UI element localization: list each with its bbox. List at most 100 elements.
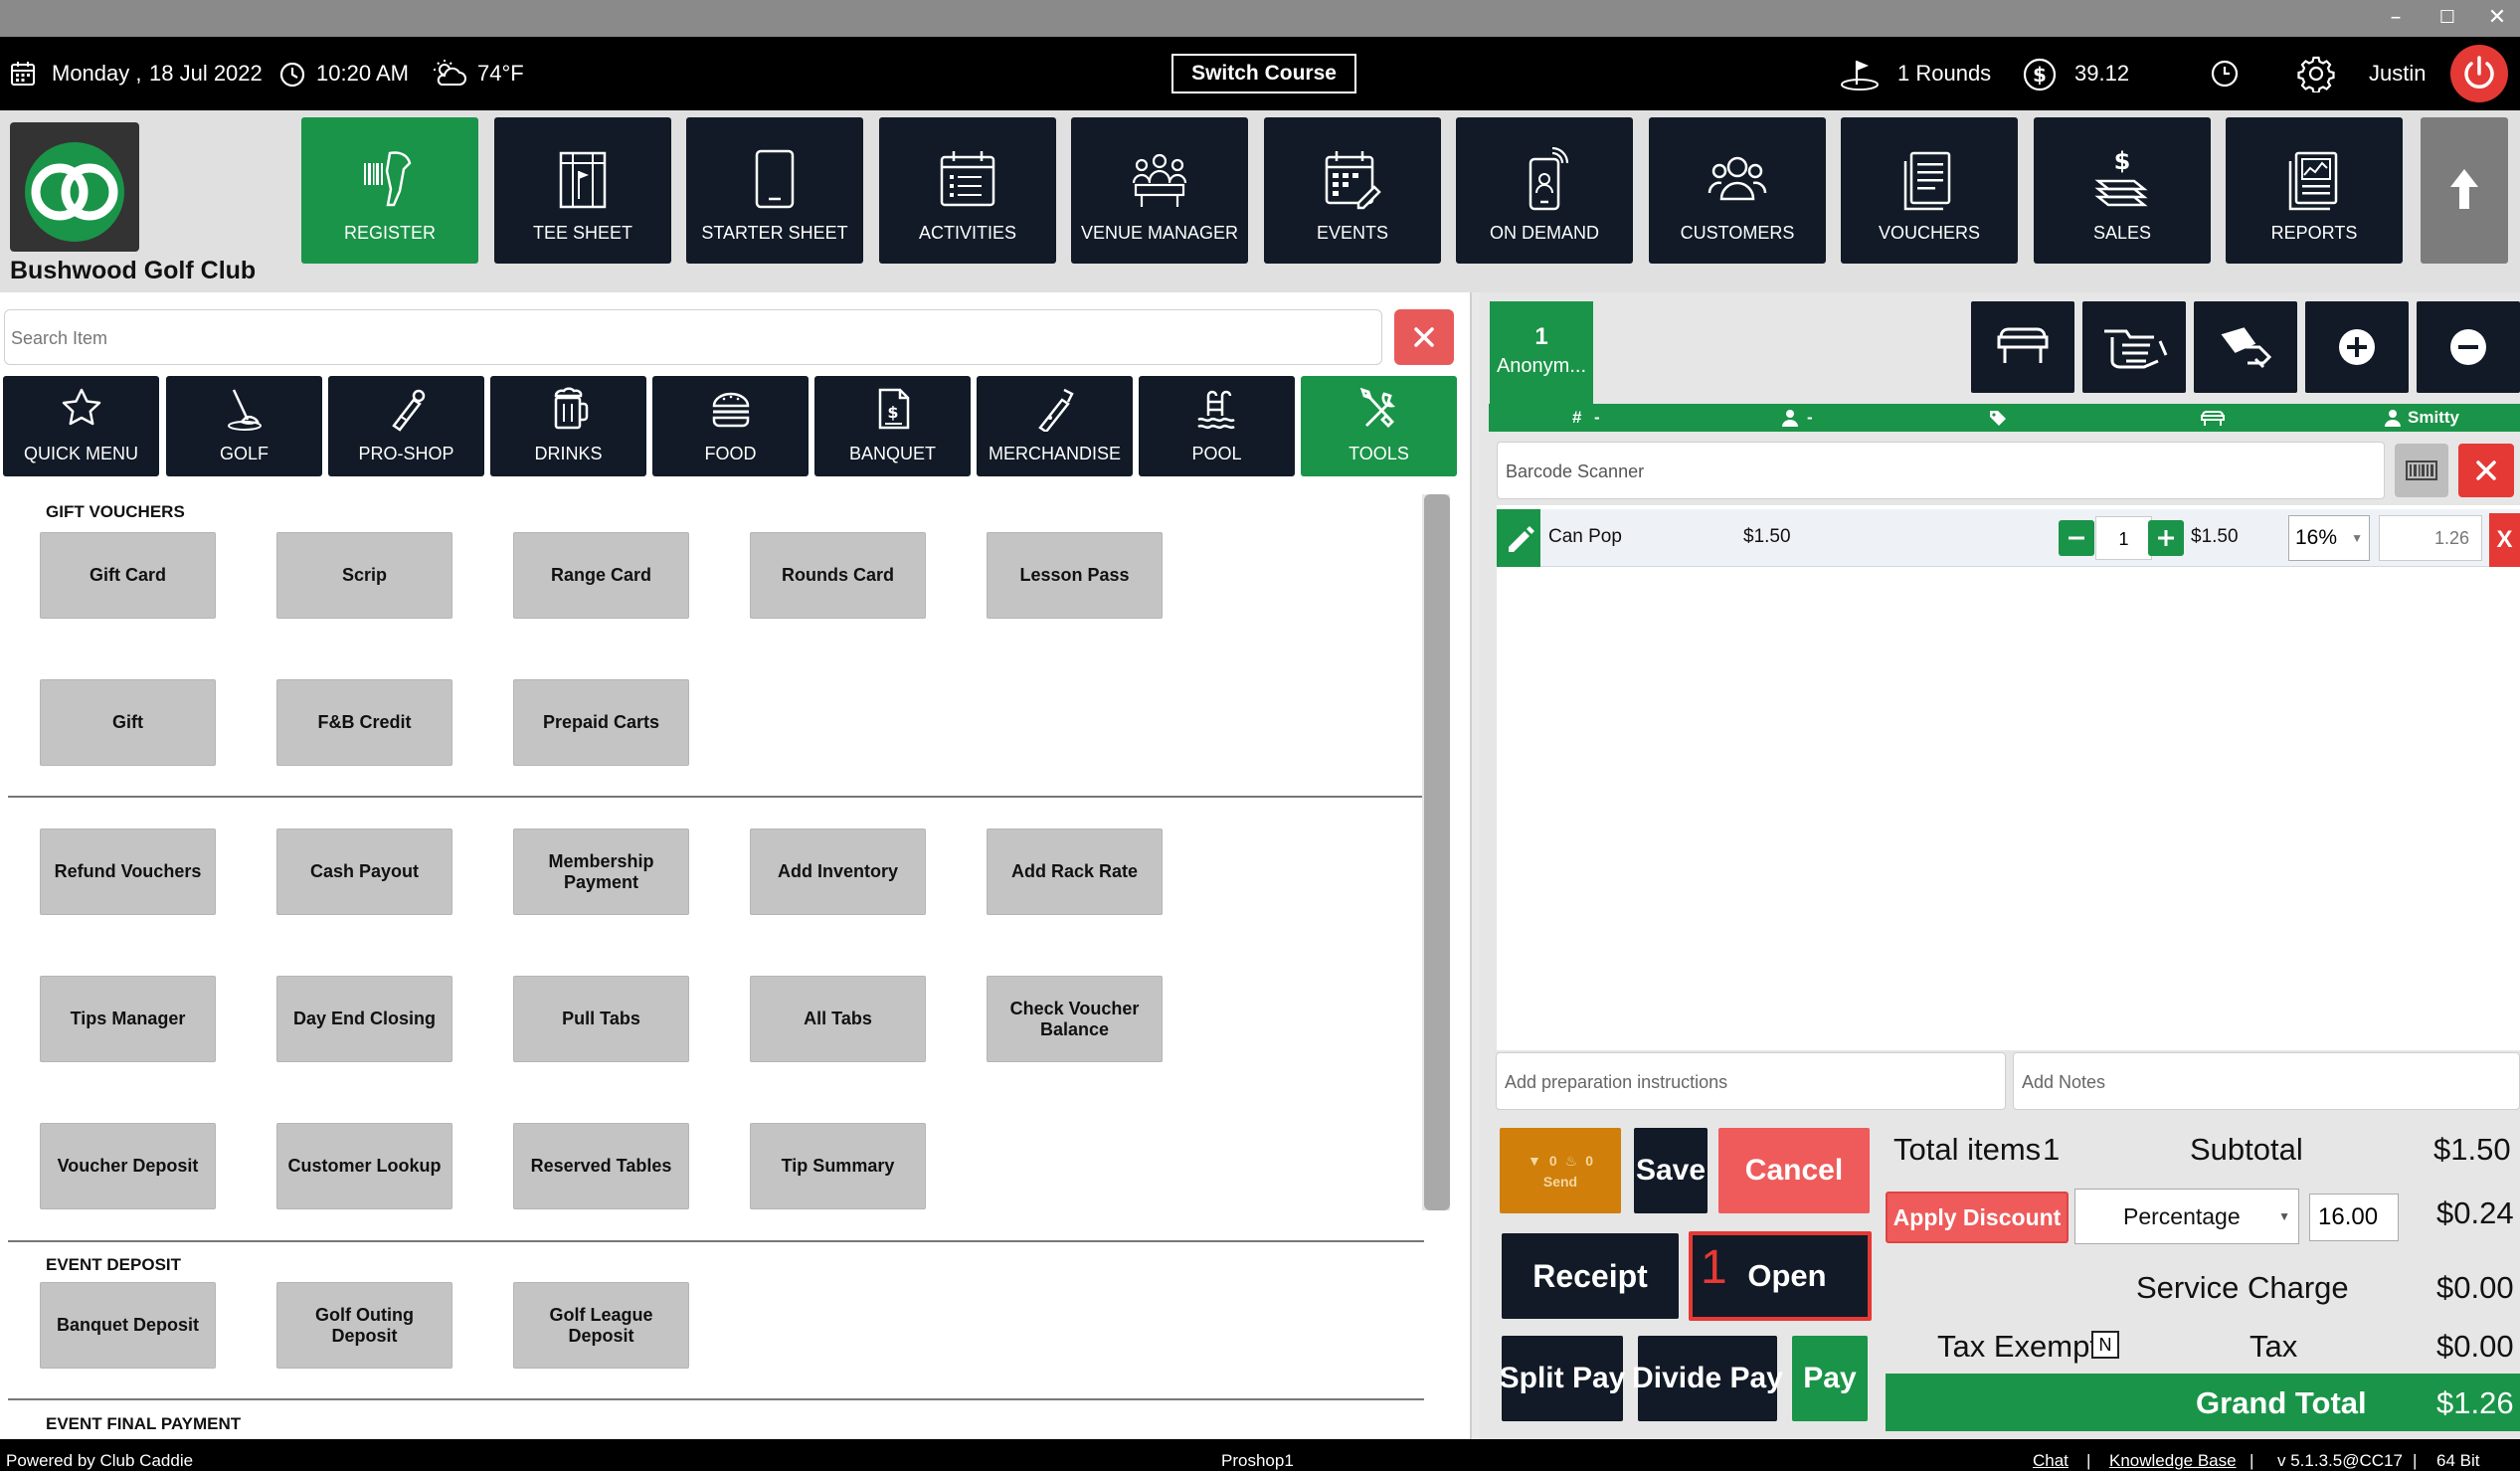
maximize-button[interactable]: ☐ [2432,4,2462,32]
grid-scrollbar-thumb[interactable] [1424,494,1450,1210]
tool-cash-payout-button[interactable]: Cash Payout [276,828,452,915]
item-fb-credit-button[interactable]: F&B Credit [276,679,452,766]
section-divider [8,1240,1424,1242]
item-rounds-card-button[interactable]: Rounds Card [750,532,926,619]
tax-exempt-checkbox[interactable]: N [2091,1331,2119,1359]
category-quick-menu-label: QUICK MENU [23,444,138,463]
tool-voucher-deposit-button[interactable]: Voucher Deposit [40,1123,216,1209]
category-pro-shop[interactable]: PRO-SHOP [328,376,484,476]
minimize-button[interactable]: – [2381,4,2411,32]
send-button[interactable]: ▼ 0 ♨ 0 Send [1500,1128,1621,1213]
tool-reserved-tables-button[interactable]: Reserved Tables [513,1123,689,1209]
item-range-card-button[interactable]: Range Card [513,532,689,619]
nav-sales-label: SALES [2092,223,2152,243]
barcode-scan-button[interactable] [2395,444,2448,497]
footer-chat-link[interactable]: Chat [2033,1451,2069,1471]
category-tools[interactable]: TOOLS [1301,376,1457,476]
category-banquet[interactable]: $ BANQUET [814,376,971,476]
panel-splitter[interactable] [1470,292,1480,1439]
divide-pay-button[interactable]: Divide Pay [1632,1336,1783,1421]
deposit-banquet-button[interactable]: Banquet Deposit [40,1282,216,1369]
edit-item-button[interactable] [1497,509,1540,567]
collapse-up-button[interactable] [2421,117,2508,264]
barcode-clear-button[interactable] [2458,444,2514,497]
open-tabs-button[interactable]: 1 Open [1689,1231,1872,1321]
item-lesson-pass-button[interactable]: Lesson Pass [987,532,1163,619]
hand-card-button[interactable] [2194,301,2297,393]
tool-membership-payment-button[interactable]: Membership Payment [513,828,689,915]
split-pay-button[interactable]: Split Pay [1500,1336,1625,1421]
qty-field[interactable]: 1 [2095,516,2152,560]
nav-register[interactable]: REGISTER [301,117,478,264]
tool-customer-lookup-button[interactable]: Customer Lookup [276,1123,452,1209]
venue-people-icon [1130,147,1189,217]
barcode-input[interactable]: Barcode Scanner [1497,442,2385,499]
nav-starter-sheet[interactable]: STARTER SHEET [686,117,863,264]
nav-tee-sheet[interactable]: TEE SHEET [494,117,671,264]
plus-icon [2158,530,2174,546]
header-user[interactable]: Justin [2369,37,2426,110]
prep-instructions-input[interactable]: Add preparation instructions [1496,1052,2006,1110]
pay-button[interactable]: Pay [1792,1336,1868,1421]
beer-mug-icon [548,386,590,432]
nav-events[interactable]: EVENTS [1264,117,1441,264]
footer-knowledge-base-link[interactable]: Knowledge Base [2109,1451,2237,1471]
item-gift-button[interactable]: Gift [40,679,216,766]
tool-all-tabs-button[interactable]: All Tabs [750,976,926,1062]
hand-point-button[interactable] [2082,301,2186,393]
switch-course-button[interactable]: Switch Course [1171,54,1356,93]
nav-venue-manager[interactable]: VENUE MANAGER [1071,117,1248,264]
tool-add-inventory-button[interactable]: Add Inventory [750,828,926,915]
cart-item-total[interactable]: 1.26 [2379,515,2482,561]
deposit-golf-outing-button[interactable]: Golf Outing Deposit [276,1282,452,1369]
save-button[interactable]: Save [1634,1128,1708,1213]
table-seat-button[interactable] [1971,301,2074,393]
cancel-button[interactable]: Cancel [1718,1128,1870,1213]
notes-input[interactable]: Add Notes [2013,1052,2520,1110]
nav-reports[interactable]: REPORTS [2226,117,2403,264]
apply-discount-button[interactable]: Apply Discount [1886,1192,2069,1243]
category-food[interactable]: FOOD [652,376,809,476]
customer-tab[interactable]: 1 Anonym... [1490,301,1593,407]
close-window-button[interactable]: ✕ [2482,4,2512,32]
tool-tip-summary-button[interactable]: Tip Summary [750,1123,926,1209]
nav-sales[interactable]: $ SALES [2034,117,2211,264]
category-merchandise[interactable]: MERCHANDISE [977,376,1133,476]
tool-pull-tabs-button[interactable]: Pull Tabs [513,976,689,1062]
category-golf[interactable]: GOLF [166,376,322,476]
nav-on-demand[interactable]: ON DEMAND [1456,117,1633,264]
category-pool[interactable]: POOL [1139,376,1295,476]
item-prepaid-carts-button[interactable]: Prepaid Carts [513,679,689,766]
discount-value-input[interactable]: 16.00 [2309,1194,2399,1241]
tool-tips-manager-button[interactable]: Tips Manager [40,976,216,1062]
tax-rate-select[interactable]: 16% ▼ [2288,515,2370,561]
gear-icon[interactable] [2297,55,2335,92]
category-drinks[interactable]: DRINKS [490,376,646,476]
cart-list [1497,505,2520,1050]
tool-add-rack-rate-button[interactable]: Add Rack Rate [987,828,1163,915]
nav-vouchers[interactable]: VOUCHERS [1841,117,2018,264]
item-gift-card-button[interactable]: Gift Card [40,532,216,619]
qty-increase-button[interactable] [2148,520,2184,556]
tool-refund-vouchers-button[interactable]: Refund Vouchers [40,828,216,915]
discount-type-select[interactable]: Percentage ▼ [2074,1189,2299,1244]
add-item-button[interactable] [2305,301,2409,393]
grand-total-value: $1.26 [2436,1385,2514,1420]
search-clear-button[interactable] [1394,309,1454,365]
nav-activities[interactable]: ACTIVITIES [879,117,1056,264]
nav-customers[interactable]: CUSTOMERS [1649,117,1826,264]
history-clock-icon[interactable] [2210,59,2240,89]
item-scrip-button[interactable]: Scrip [276,532,452,619]
tool-day-end-closing-button[interactable]: Day End Closing [276,976,452,1062]
category-quick-menu[interactable]: QUICK MENU [3,376,159,476]
power-button[interactable] [2450,45,2508,102]
deposit-golf-league-button[interactable]: Golf League Deposit [513,1282,689,1369]
search-input[interactable]: Search Item [4,309,1382,365]
remove-item-button[interactable] [2417,301,2520,393]
tool-check-voucher-balance-button[interactable]: Check Voucher Balance [987,976,1163,1062]
qty-decrease-button[interactable] [2059,520,2094,556]
footer-separator: | [2250,1451,2254,1470]
receipt-button[interactable]: Receipt [1502,1233,1679,1319]
delete-item-button[interactable]: X [2489,513,2520,567]
tax-rate-value: 16% [2295,526,2338,549]
